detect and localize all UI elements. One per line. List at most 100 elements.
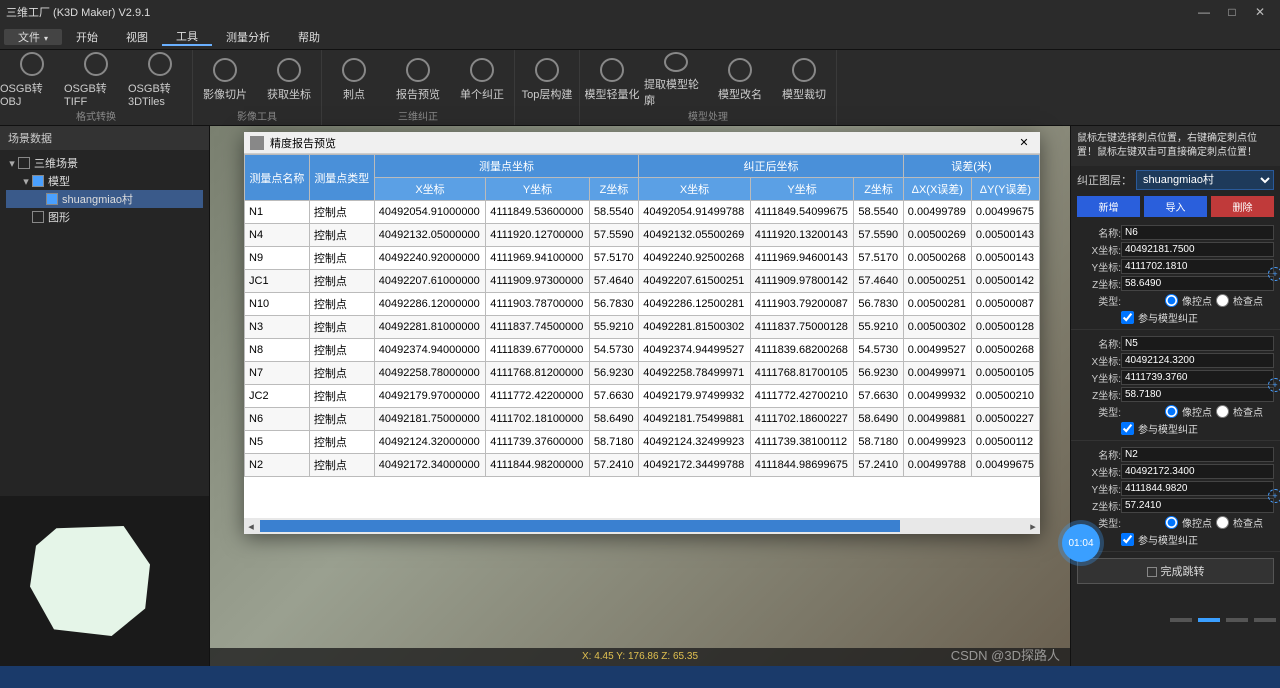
table-row[interactable]: N10控制点40492286.120000004111903.787000005… [245, 293, 1040, 316]
right-panel: 鼠标左键选择刺点位置，右键确定刺点位置！鼠标左键双击可直接确定刺点位置！ 纠正图… [1070, 126, 1280, 666]
tool-top-layer[interactable]: Top层构建 [515, 52, 579, 108]
add-icon[interactable]: + [1268, 378, 1280, 392]
x-field[interactable] [1121, 464, 1274, 479]
tool-label: OSGB转3DTiles [128, 80, 192, 108]
z-field[interactable] [1121, 387, 1274, 402]
participate-checkbox[interactable] [1121, 533, 1134, 546]
tool-label: Top层构建 [522, 86, 573, 102]
x-field[interactable] [1121, 353, 1274, 368]
tree-item[interactable]: 图形 [6, 208, 203, 226]
layer-select[interactable]: shuangmiao村 [1136, 170, 1274, 190]
tool-label: 刺点 [343, 86, 365, 102]
type-radio-check[interactable] [1216, 405, 1229, 418]
tool-model-clip[interactable]: 模型裁切 [772, 52, 836, 108]
sidebar: 场景数据 ▾三维场景▾模型shuangmiao村图形 [0, 126, 210, 666]
tool-extract-outline[interactable]: 提取模型轮廓 [644, 52, 708, 108]
name-field[interactable] [1121, 336, 1274, 351]
participate-checkbox[interactable] [1121, 311, 1134, 324]
tree-item[interactable]: ▾三维场景 [6, 154, 203, 172]
scroll-right-icon[interactable]: ▸ [1026, 520, 1040, 533]
type-radio-check[interactable] [1216, 294, 1229, 307]
table-row[interactable]: N6控制点40492181.750000004111702.1810000058… [245, 408, 1040, 431]
type-radio-control[interactable] [1165, 516, 1178, 529]
z-field[interactable] [1121, 498, 1274, 513]
tool-ci-point[interactable]: 刺点 [322, 52, 386, 108]
get-coord-icon [277, 58, 301, 82]
scroll-left-icon[interactable]: ◂ [244, 520, 258, 533]
model-clip-icon [792, 58, 816, 82]
report-table: 测量点名称测量点类型测量点坐标纠正后坐标误差(米) X坐标Y坐标Z坐标X坐标Y坐… [244, 154, 1040, 477]
table-row[interactable]: N4控制点40492132.050000004111920.1270000057… [245, 224, 1040, 247]
table-row[interactable]: N8控制点40492374.940000004111839.6770000054… [245, 339, 1040, 362]
tool-osgb-tiff[interactable]: OSGB转TIFF [64, 52, 128, 108]
y-field[interactable] [1121, 259, 1274, 274]
name-field[interactable] [1121, 225, 1274, 240]
add-icon[interactable]: + [1268, 489, 1280, 503]
hint-text: 鼠标左键选择刺点位置，右键确定刺点位置！鼠标左键双击可直接确定刺点位置！ [1071, 126, 1280, 166]
table-row[interactable]: JC2控制点40492179.970000004111772.422000005… [245, 385, 1040, 408]
dialog-icon [250, 136, 264, 150]
group-label: 影像工具 [237, 108, 277, 123]
table-row[interactable]: JC1控制点40492207.610000004111909.973000005… [245, 270, 1040, 293]
tool-img-slice[interactable]: 影像切片 [193, 52, 257, 108]
table-row[interactable]: N3控制点40492281.810000004111837.7450000055… [245, 316, 1040, 339]
participate-checkbox[interactable] [1121, 422, 1134, 435]
menu-help[interactable]: 帮助 [284, 29, 334, 45]
import-button[interactable]: 导入 [1144, 196, 1207, 217]
z-field[interactable] [1121, 276, 1274, 291]
type-radio-control[interactable] [1165, 405, 1178, 418]
tree-item[interactable]: shuangmiao村 [6, 190, 203, 208]
done-button[interactable]: 完成跳转 [1077, 558, 1274, 584]
tool-label: 提取模型轮廓 [644, 76, 708, 108]
table-row[interactable]: N9控制点40492240.920000004111969.9410000057… [245, 247, 1040, 270]
menu-tools[interactable]: 工具 [162, 28, 212, 46]
table-row[interactable]: N5控制点40492124.320000004111739.3760000058… [245, 431, 1040, 454]
menubar: 文件 开始 视图 工具 测量分析 帮助 [0, 24, 1280, 50]
tree-item[interactable]: ▾模型 [6, 172, 203, 190]
delete-button[interactable]: 删除 [1211, 196, 1274, 217]
menu-file[interactable]: 文件 [4, 29, 62, 45]
x-field[interactable] [1121, 242, 1274, 257]
tool-osgb-obj[interactable]: OSGB转OBJ [0, 52, 64, 108]
tool-label: 单个纠正 [460, 86, 504, 102]
pager[interactable] [1170, 618, 1276, 622]
tool-report-preview[interactable]: 报告预览 [386, 52, 450, 108]
model-rename-icon [728, 58, 752, 82]
type-radio-control[interactable] [1165, 294, 1178, 307]
tool-label: 模型轻量化 [585, 86, 640, 102]
minimize-button[interactable]: — [1190, 5, 1218, 19]
y-field[interactable] [1121, 481, 1274, 496]
tool-get-coord[interactable]: 获取坐标 [257, 52, 321, 108]
menu-view[interactable]: 视图 [112, 29, 162, 45]
scroll-thumb[interactable] [260, 520, 900, 532]
maximize-button[interactable]: □ [1218, 5, 1246, 19]
footer [0, 666, 1280, 688]
table-row[interactable]: N2控制点40492172.340000004111844.9820000057… [245, 454, 1040, 477]
menu-start[interactable]: 开始 [62, 29, 112, 45]
type-radio-check[interactable] [1216, 516, 1229, 529]
close-button[interactable]: ✕ [1246, 5, 1274, 19]
tool-model-light[interactable]: 模型轻量化 [580, 52, 644, 108]
extract-outline-icon [664, 52, 688, 72]
table-row[interactable]: N1控制点40492054.910000004111849.5360000058… [245, 201, 1040, 224]
minimap[interactable] [0, 496, 209, 666]
tool-osgb-3dtiles[interactable]: OSGB转3DTiles [128, 52, 192, 108]
tool-label: 模型裁切 [782, 86, 826, 102]
tool-model-rename[interactable]: 模型改名 [708, 52, 772, 108]
scene-tree: ▾三维场景▾模型shuangmiao村图形 [0, 150, 209, 230]
y-field[interactable] [1121, 370, 1274, 385]
point-edit: ✔+名称:X坐标:Y坐标:Z坐标:类型: 像控点 检查点 参与模型纠正 [1071, 330, 1280, 441]
add-icon[interactable]: + [1268, 267, 1280, 281]
tool-single-correct[interactable]: 单个纠正 [450, 52, 514, 108]
report-preview-icon [406, 58, 430, 82]
new-button[interactable]: 新增 [1077, 196, 1140, 217]
osgb-obj-icon [20, 52, 44, 76]
toolbar: OSGB转OBJOSGB转TIFFOSGB转3DTiles格式转换影像切片获取坐… [0, 50, 1280, 126]
tool-label: 报告预览 [396, 86, 440, 102]
img-slice-icon [213, 58, 237, 82]
h-scrollbar[interactable]: ◂ ▸ [244, 518, 1040, 534]
dialog-close-button[interactable]: ✕ [1014, 136, 1034, 149]
name-field[interactable] [1121, 447, 1274, 462]
menu-analysis[interactable]: 测量分析 [212, 29, 284, 45]
table-row[interactable]: N7控制点40492258.780000004111768.8120000056… [245, 362, 1040, 385]
